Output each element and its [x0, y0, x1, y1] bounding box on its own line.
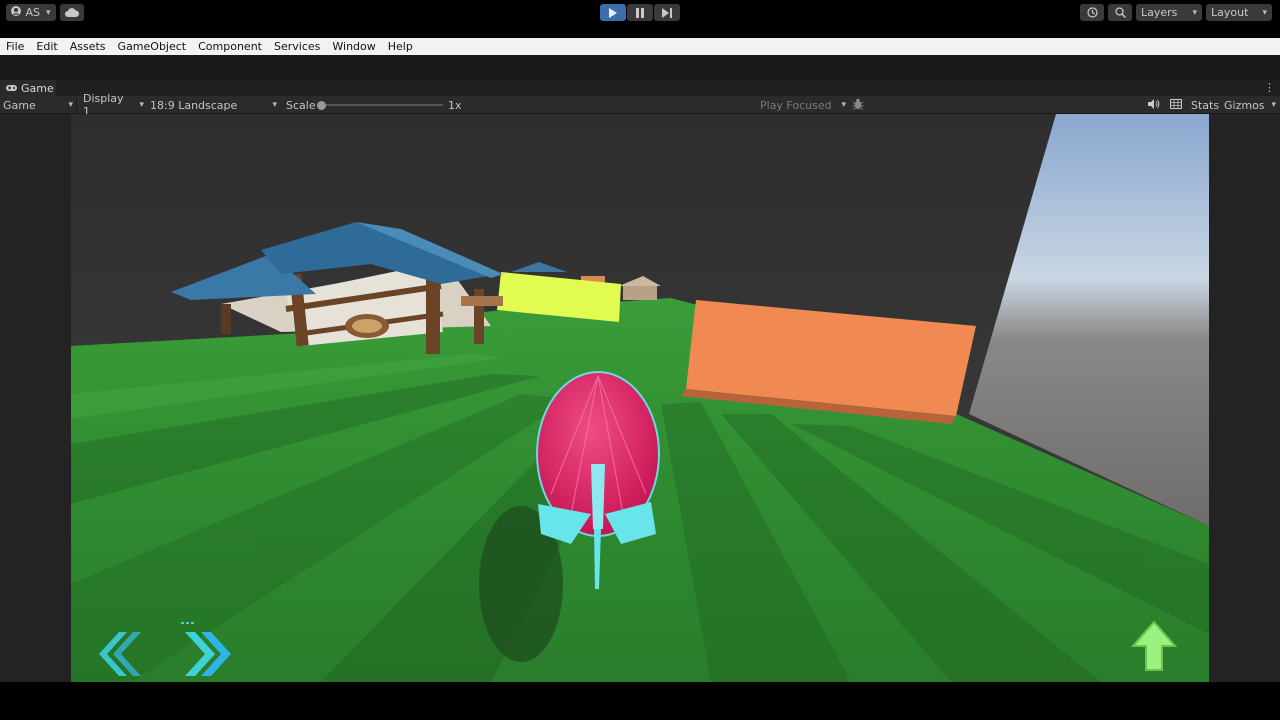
game-tab-icon [6, 82, 17, 95]
tab-game-label: Game [21, 81, 54, 95]
mute-button[interactable] [1148, 96, 1160, 114]
layout-dropdown[interactable]: Layout [1206, 4, 1272, 21]
account-label: AS [25, 6, 40, 19]
grid-button[interactable] [1170, 96, 1182, 114]
display-dropdown[interactable]: Display 1 [83, 92, 144, 118]
game-viewport[interactable] [71, 114, 1209, 682]
menu-window[interactable]: Window [326, 40, 381, 53]
bug-icon [852, 98, 864, 113]
gizmos-dropdown[interactable]: Gizmos [1224, 96, 1276, 114]
game-scene [71, 114, 1209, 682]
menu-assets[interactable]: Assets [64, 40, 112, 53]
tab-game[interactable]: Game [0, 80, 56, 96]
speaker-icon [1148, 98, 1160, 112]
layers-label: Layers [1141, 6, 1178, 19]
play-icon [609, 7, 617, 18]
history-button[interactable] [1080, 4, 1104, 21]
menu-component[interactable]: Component [192, 40, 268, 53]
pause-button[interactable] [627, 4, 653, 21]
game-mode-dropdown[interactable]: Game [3, 96, 73, 114]
layers-dropdown[interactable]: Layers [1136, 4, 1202, 21]
divider [76, 98, 77, 112]
aspect-label: 18:9 Landscape [150, 98, 238, 112]
pause-icon [636, 7, 644, 18]
menu-services[interactable]: Services [268, 40, 326, 53]
tab-menu-icon[interactable]: ⋮ [1264, 81, 1275, 95]
gizmos-label: Gizmos [1224, 98, 1265, 112]
menu-gameobject[interactable]: GameObject [112, 40, 193, 53]
search-button[interactable] [1108, 4, 1132, 21]
tab-strip [0, 80, 1280, 96]
stats-button[interactable]: Stats [1191, 96, 1219, 114]
play-mode-dropdown[interactable]: Play Focused [760, 96, 846, 114]
menu-file[interactable]: File [0, 40, 30, 53]
scale-slider-handle[interactable] [317, 101, 326, 110]
layout-label: Layout [1211, 6, 1249, 19]
letterbox-bottom [0, 682, 1280, 720]
step-button[interactable] [654, 4, 680, 21]
main-toolbar [0, 55, 1280, 80]
aspect-dropdown[interactable]: 18:9 Landscape [150, 96, 277, 114]
account-icon [11, 6, 22, 19]
scale-label: Scale [286, 98, 316, 112]
play-button[interactable] [600, 4, 626, 21]
menu-help[interactable]: Help [382, 40, 419, 53]
menu-edit[interactable]: Edit [30, 40, 63, 53]
menu-bar: File Edit Assets GameObject Component Se… [0, 38, 1280, 55]
history-icon [1086, 7, 1098, 18]
game-mode-label: Game [3, 98, 36, 112]
cloud-button[interactable] [60, 4, 84, 21]
scale-slider-track[interactable] [318, 104, 443, 106]
grid-icon [1170, 98, 1182, 112]
scale-value: 1x [448, 98, 462, 112]
play-mode-label: Play Focused [760, 98, 832, 112]
step-icon [662, 7, 672, 18]
bug-button[interactable] [852, 96, 864, 114]
search-icon [1114, 7, 1126, 18]
cloud-icon [65, 8, 79, 17]
account-dropdown[interactable]: AS [6, 4, 56, 21]
